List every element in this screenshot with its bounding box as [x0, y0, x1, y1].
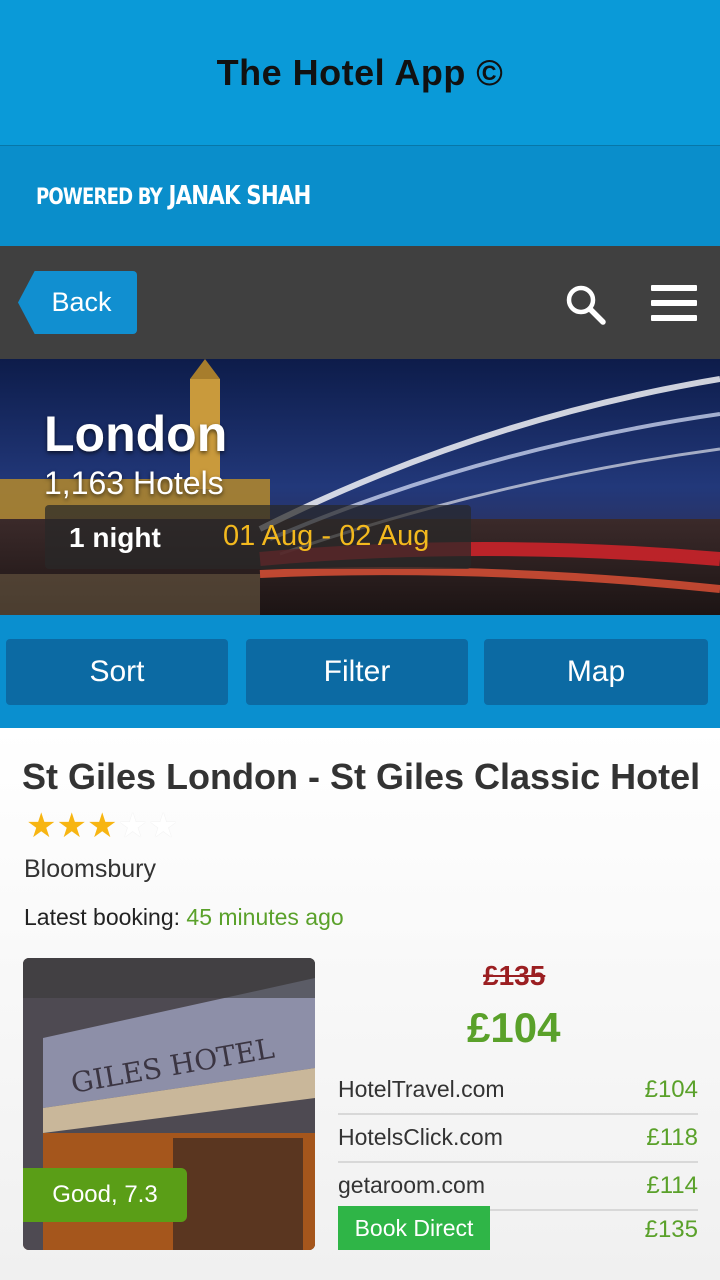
hotel-count: 1,163 Hotels: [44, 465, 224, 501]
provider-price: £114: [646, 1172, 698, 1199]
provider-price: £104: [644, 1076, 698, 1103]
star-empty-icon: ★: [117, 806, 148, 845]
provider-name: HotelsClick.com: [338, 1124, 503, 1150]
provider-row[interactable]: getaroom.com £114: [338, 1162, 698, 1211]
current-price: £104: [467, 1004, 561, 1051]
city-title: London: [44, 406, 228, 462]
filter-button[interactable]: Filter: [246, 639, 468, 705]
star-filled-icon: ★: [86, 806, 118, 845]
map-button[interactable]: Map: [484, 639, 708, 705]
app-title: The Hotel App ©: [216, 51, 504, 93]
hotel-name: St Giles London - St Giles Classic Hotel: [22, 756, 701, 797]
provider-price: £135: [644, 1216, 698, 1243]
rating-badge: Good, 7.3: [23, 1168, 187, 1222]
book-direct-button[interactable]: Book Direct: [338, 1206, 490, 1250]
hotel-area: Bloomsbury: [24, 855, 156, 883]
latest-booking-value: 45 minutes ago: [186, 904, 344, 930]
provider-row[interactable]: HotelTravel.com £104: [338, 1066, 698, 1115]
powered-by-name: JANAK SHAH: [168, 181, 311, 211]
provider-price: £118: [646, 1124, 698, 1151]
hotel-name-block: St Giles London - St Giles Classic Hotel…: [22, 754, 702, 847]
sort-button[interactable]: Sort: [6, 639, 228, 705]
app-header: The Hotel App ©: [0, 0, 720, 146]
star-filled-icon: ★: [56, 806, 87, 845]
search-icon[interactable]: [563, 282, 607, 326]
original-price: £135: [483, 960, 546, 991]
powered-by-banner: POWERED BY JANAK SHAH: [0, 146, 720, 246]
hero-banner: London 1,163 Hotels 1 night 01 Aug - 02 …: [0, 359, 720, 615]
date-selector[interactable]: 1 night 01 Aug - 02 Aug: [45, 505, 471, 569]
back-button[interactable]: Back: [18, 271, 137, 334]
toolbar: Back: [0, 246, 720, 359]
action-bar: Sort Filter Map: [0, 615, 720, 728]
powered-by-prefix: POWERED BY: [36, 185, 163, 210]
star-rating: ★★★★★: [26, 802, 178, 847]
menu-icon[interactable]: [651, 283, 699, 323]
date-range: 01 Aug - 02 Aug: [223, 520, 430, 552]
hotel-card[interactable]: St Giles London - St Giles Classic Hotel…: [0, 728, 720, 1280]
latest-booking-label: Latest booking:: [24, 904, 181, 930]
provider-name: HotelTravel.com: [338, 1076, 505, 1102]
provider-name: getaroom.com: [338, 1172, 486, 1198]
book-direct-row[interactable]: Book Direct £135: [338, 1206, 698, 1253]
powered-by-text: POWERED BY JANAK SHAH: [36, 181, 311, 211]
latest-booking: Latest booking: 45 minutes ago: [24, 904, 344, 931]
nights-label: 1 night: [69, 522, 161, 553]
star-filled-icon: ★: [26, 806, 57, 845]
provider-row[interactable]: HotelsClick.com £118: [338, 1114, 698, 1163]
hotel-photo[interactable]: GILES HOTEL Good, 7.3: [23, 958, 315, 1250]
back-button-label: Back: [51, 287, 112, 317]
star-empty-icon: ★: [147, 806, 179, 845]
